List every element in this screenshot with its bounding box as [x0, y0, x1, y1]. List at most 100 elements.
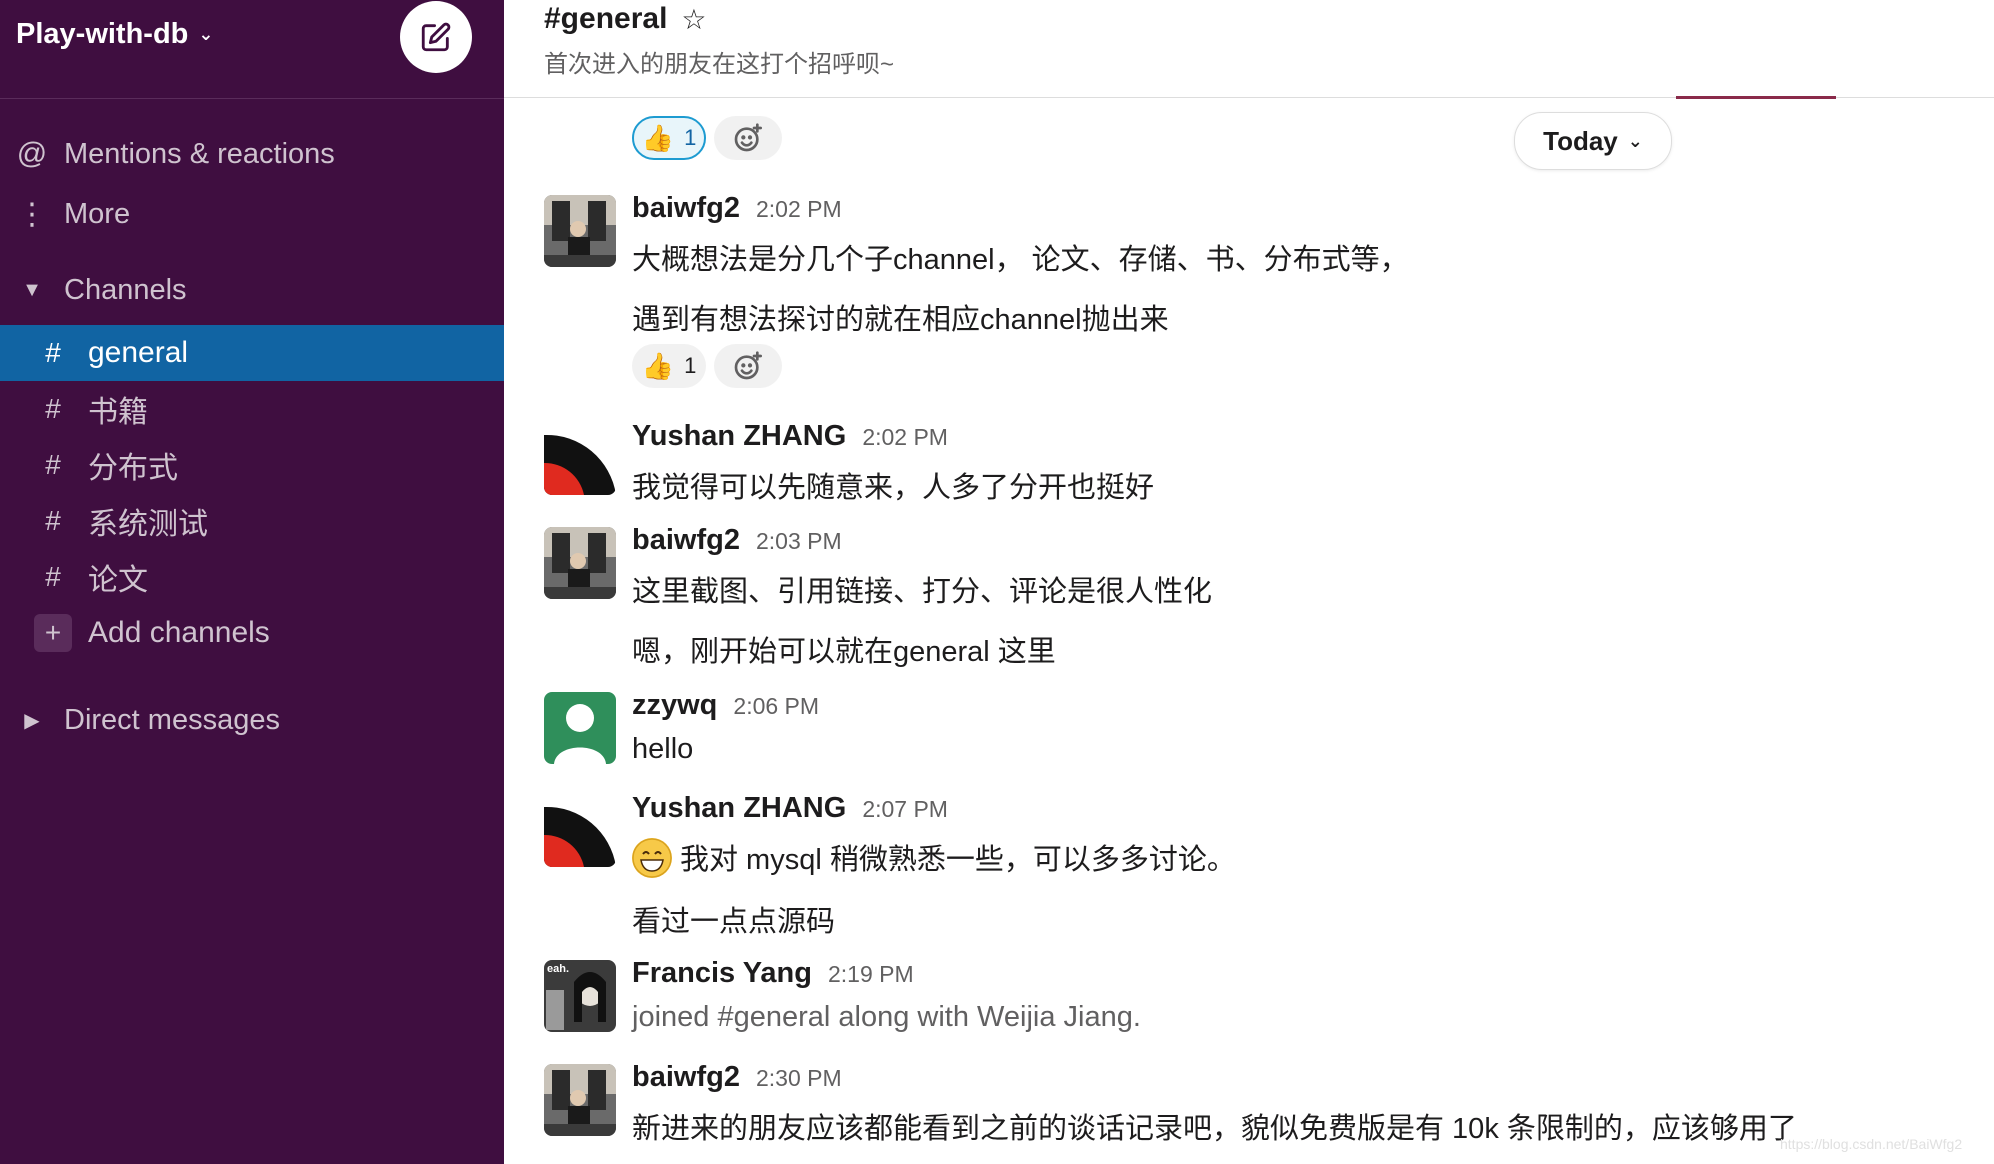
channels-section-toggle[interactable]: ▼ Channels [0, 264, 504, 316]
hash-icon: # [45, 449, 61, 480]
thumbs-up-icon: 👍 [641, 350, 675, 381]
author-name[interactable]: zzywq [632, 689, 717, 722]
sidebar-item-label: Mentions & reactions [64, 137, 335, 170]
chevron-down-icon: ⌄ [1627, 130, 1643, 151]
timestamp[interactable]: 2:06 PM [733, 693, 819, 720]
author-name[interactable]: Yushan ZHANG [632, 792, 846, 825]
message-header: Francis Yang 2:19 PM [632, 957, 914, 990]
watermark: https://blog.csdn.net/BaiWfg2 [1780, 1136, 1963, 1152]
avatar[interactable] [544, 795, 616, 867]
message-header: baiwfg2 2:30 PM [632, 1061, 842, 1094]
author-name[interactable]: baiwfg2 [632, 192, 740, 225]
workspace-header: Play-with-db ⌄ [0, 0, 504, 99]
message-text: 我觉得可以先随意来，人多了分开也挺好 [632, 472, 1155, 504]
reaction-count: 1 [684, 353, 697, 378]
timestamp[interactable]: 2:19 PM [828, 961, 914, 988]
timestamp[interactable]: 2:02 PM [756, 196, 842, 223]
compose-icon [421, 22, 451, 52]
channel-name: 书籍 [88, 396, 148, 429]
direct-messages-section-toggle[interactable]: ▶ Direct messages [0, 694, 504, 746]
author-name[interactable]: Francis Yang [632, 957, 812, 990]
sidebar-item-papers[interactable]: # 论文 [0, 549, 504, 605]
avatar-caption: eah. [547, 963, 569, 975]
reaction-thumbs-up[interactable]: 👍 1 [632, 344, 706, 388]
add-reaction-button[interactable] [714, 116, 782, 160]
channel-name: 论文 [88, 564, 148, 597]
message-text: 看过一点点源码 [632, 906, 836, 938]
caret-down-icon: ▼ [22, 278, 42, 301]
add-emoji-icon [734, 351, 762, 380]
section-label: Channels [64, 273, 187, 306]
date-label: Today [1543, 125, 1618, 156]
message-text: 我对 mysql 稍微熟悉一些，可以多多讨论。 [680, 844, 1236, 876]
author-name[interactable]: baiwfg2 [632, 1061, 740, 1094]
add-channels-button[interactable]: + Add channels [0, 605, 504, 661]
hash-icon: # [45, 337, 61, 368]
message-header: baiwfg2 2:03 PM [632, 524, 842, 557]
channel-title-text: #general [544, 2, 668, 35]
hash-icon: # [45, 505, 61, 536]
avatar[interactable] [544, 423, 616, 495]
sidebar-item-more[interactable]: ⋮ More [0, 188, 504, 240]
channel-header: #general ☆ 首次进入的朋友在这打个招呼呗~ [504, 0, 1994, 98]
message-header: Yushan ZHANG 2:02 PM [632, 420, 948, 453]
new-message-button[interactable] [400, 1, 472, 73]
star-icon[interactable]: ☆ [681, 3, 706, 36]
grinning-face-icon [632, 838, 672, 879]
sidebar-item-mentions[interactable]: @ Mentions & reactions [0, 128, 504, 180]
caret-right-icon: ▶ [24, 709, 40, 732]
reaction-count: 1 [684, 125, 697, 150]
more-vertical-icon: ⋮ [17, 197, 47, 231]
reaction-bar: 👍 1 [632, 116, 782, 160]
avatar[interactable]: eah. [544, 960, 616, 1032]
reaction-thumbs-up[interactable]: 👍 1 [632, 116, 706, 160]
message-pane: #general ☆ 首次进入的朋友在这打个招呼呗~ 👍 1 Today ⌄ b… [504, 0, 1994, 1164]
message-text: hello [632, 733, 694, 765]
system-message-text: joined #general along with Weijia Jiang. [632, 1001, 1141, 1033]
timestamp[interactable]: 2:03 PM [756, 528, 842, 555]
sidebar-item-distributed[interactable]: # 分布式 [0, 437, 504, 493]
hash-icon: # [45, 393, 61, 424]
message-header: Yushan ZHANG 2:07 PM [632, 792, 948, 825]
avatar[interactable] [544, 692, 616, 764]
hash-icon: # [45, 561, 61, 592]
channel-name: 系统测试 [88, 508, 208, 541]
sidebar-item-general[interactable]: # general [0, 325, 504, 381]
thumbs-up-icon: 👍 [641, 122, 675, 153]
section-label: Direct messages [64, 703, 280, 736]
avatar[interactable] [544, 527, 616, 599]
avatar[interactable] [544, 1064, 616, 1136]
add-reaction-button[interactable] [714, 344, 782, 388]
channel-name: general [88, 336, 189, 369]
add-emoji-icon [734, 123, 762, 152]
workspace-name: Play-with-db [16, 18, 189, 50]
message-text: 大概想法是分几个子channel， 论文、存储、书、分布式等， [632, 244, 1409, 276]
plus-icon: + [34, 614, 72, 652]
add-channels-label: Add channels [88, 616, 270, 649]
message-header: baiwfg2 2:02 PM [632, 192, 842, 225]
date-divider-button[interactable]: Today ⌄ [1514, 112, 1672, 170]
channel-topic[interactable]: 首次进入的朋友在这打个招呼呗~ [544, 44, 894, 79]
timestamp[interactable]: 2:07 PM [862, 796, 948, 823]
reaction-bar: 👍 1 [632, 344, 782, 388]
message-text: 这里截图、引用链接、打分、评论是很人性化 [632, 576, 1213, 608]
workspace-switcher[interactable]: Play-with-db ⌄ [16, 18, 213, 51]
sidebar: Play-with-db ⌄ @ Mentions & reactions ⋮ … [0, 0, 504, 1164]
channel-name: 分布式 [88, 452, 178, 485]
timestamp[interactable]: 2:30 PM [756, 1065, 842, 1092]
message-text: 嗯，刚开始可以就在general 这里 [632, 636, 1056, 668]
author-name[interactable]: Yushan ZHANG [632, 420, 846, 453]
chevron-down-icon: ⌄ [198, 24, 214, 44]
clipped-image-edge [1676, 96, 1836, 99]
author-name[interactable]: baiwfg2 [632, 524, 740, 557]
channel-title[interactable]: #general ☆ [544, 2, 707, 36]
message-text: 新进来的朋友应该都能看到之前的谈话记录吧，貌似免费版是有 10k 条限制的，应该… [632, 1113, 1797, 1145]
sidebar-item-books[interactable]: # 书籍 [0, 381, 504, 437]
message-header: zzywq 2:06 PM [632, 689, 819, 722]
message-line: 我对 mysql 稍微熟悉一些，可以多多讨论。 [632, 836, 1236, 881]
at-icon: @ [16, 137, 48, 170]
avatar[interactable] [544, 195, 616, 267]
message-text: 遇到有想法探讨的就在相应channel抛出来 [632, 304, 1169, 336]
sidebar-item-system-test[interactable]: # 系统测试 [0, 493, 504, 549]
timestamp[interactable]: 2:02 PM [862, 424, 948, 451]
